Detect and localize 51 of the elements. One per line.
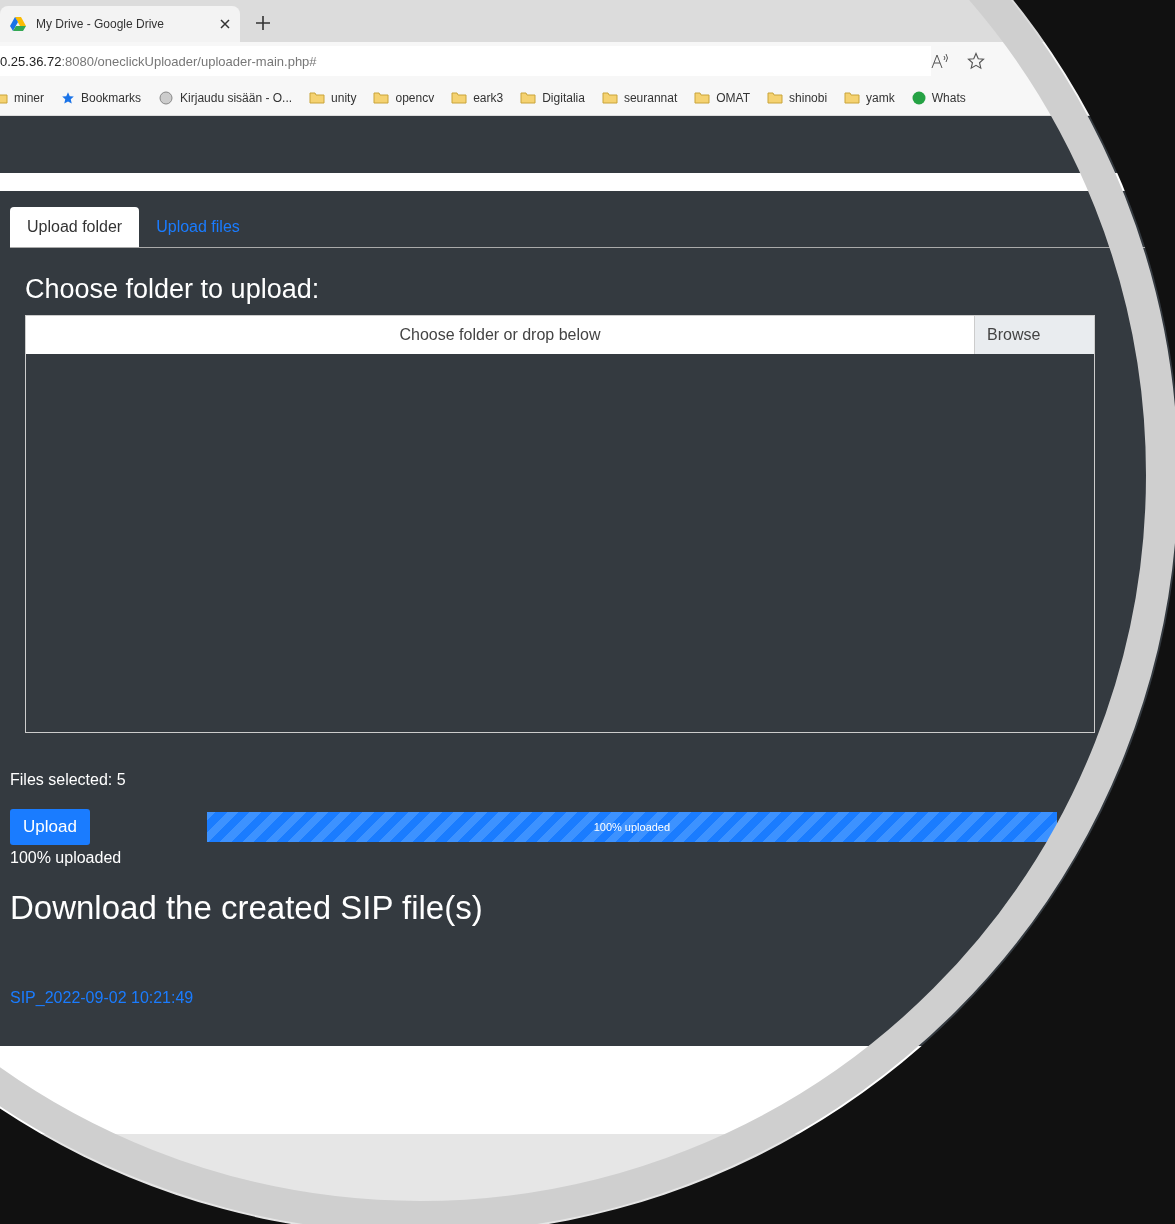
browse-button[interactable]: Browse xyxy=(974,316,1094,354)
folder-icon xyxy=(601,91,618,104)
read-aloud-icon[interactable] xyxy=(931,53,949,69)
close-icon[interactable] xyxy=(220,19,230,29)
bookmark-item[interactable]: opencv xyxy=(373,90,435,105)
star-icon xyxy=(61,90,75,105)
bookmark-item[interactable]: seurannat xyxy=(601,90,678,105)
bookmark-label: Whats xyxy=(931,90,966,105)
star-add-icon[interactable] xyxy=(967,52,985,70)
bookmark-label: unity xyxy=(331,90,357,105)
bookmark-label: OMAT xyxy=(716,90,751,105)
folder-icon xyxy=(767,91,784,104)
bookmark-label: Kirjaudu sisään - O... xyxy=(180,90,293,105)
bookmark-item[interactable]: Bookmarks xyxy=(61,90,142,105)
bookmark-item[interactable]: yamk xyxy=(844,90,895,105)
bookmark-label: yamk xyxy=(866,90,895,105)
address-bar[interactable]: 0.25.36.72:8080/oneclickUploader/uploader-main.php# xyxy=(0,46,931,76)
bookmark-item[interactable]: eark3 xyxy=(451,90,504,105)
bookmark-label: Digitalia xyxy=(542,90,585,105)
files-selected-text: Files selected: 5 xyxy=(10,771,127,789)
tab-title: My Drive - Google Drive xyxy=(36,17,166,31)
bookmark-label: shinobi xyxy=(789,90,828,105)
folder-icon xyxy=(844,91,861,104)
tab[interactable]: Upload folder xyxy=(10,207,140,247)
folder-input-field[interactable]: Choose folder or drop below xyxy=(26,316,974,354)
bookmark-item[interactable]: miner xyxy=(0,90,44,105)
folder-icon xyxy=(373,91,390,104)
status-text: 100% uploaded xyxy=(10,849,123,867)
upload-button[interactable]: Upload xyxy=(10,809,90,845)
bookmark-item[interactable]: OMAT xyxy=(694,90,751,105)
bookmark-label: seurannat xyxy=(623,90,678,105)
folder-icon xyxy=(451,91,468,104)
folder-icon xyxy=(520,91,537,104)
bookmark-item[interactable]: Kirjaudu sisään - O... xyxy=(158,89,293,106)
bookmark-item[interactable]: Digitalia xyxy=(520,90,585,105)
bookmark-label: miner xyxy=(14,90,44,105)
bookmark-label: Bookmarks xyxy=(81,90,142,105)
drop-zone[interactable]: Choose folder or drop below Browse xyxy=(25,315,1095,733)
section-heading: Choose folder to upload: xyxy=(25,274,321,305)
bookmark-label: eark3 xyxy=(473,90,504,105)
bookmark-label: opencv xyxy=(395,90,435,105)
bookmark-item[interactable]: unity xyxy=(309,90,357,105)
folder-icon xyxy=(694,91,711,104)
progress-fill: 100% uploaded xyxy=(206,812,1057,842)
new-tab-icon[interactable] xyxy=(256,16,270,30)
download-heading: Download the created SIP file(s) xyxy=(10,889,484,927)
folder-icon xyxy=(309,91,326,104)
bookmark-item[interactable]: Whats xyxy=(911,90,966,105)
bookmark-item[interactable]: shinobi xyxy=(767,90,828,105)
drive-logo-icon xyxy=(10,17,26,31)
browser-tab[interactable]: My Drive - Google Drive xyxy=(0,6,240,42)
